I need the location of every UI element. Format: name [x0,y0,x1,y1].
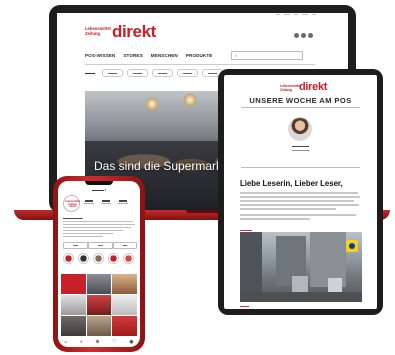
linkedin-icon[interactable] [301,33,306,38]
bio-line [63,221,133,222]
topic-tag[interactable]: ▬▬▬ [127,69,149,77]
author-avatar [288,117,312,141]
nav-divider [85,64,315,65]
profile-logo-text: Lebensmittel Zeitung direkt [65,200,80,209]
profile-icon[interactable]: ◉ [129,339,133,345]
phone-screen: ▬▬▬▬ ▾ Lebensmittel Zeitung direkt ▬▬▬▬▬… [58,181,140,347]
top-utility-links: ▬▬ ▬▬▬ ▬▬ ▬▬▬ ▬▬ [276,14,316,16]
laptop-hinge [186,210,220,213]
logo-direkt[interactable]: direkt [112,22,156,42]
heart-icon[interactable]: ♡ [112,339,116,345]
read-more-link[interactable]: ▬▬▬ [240,304,249,308]
contact-button[interactable]: ▬▬ [113,242,137,249]
topics-label: ▬▬▬ [85,71,96,75]
ceiling-lamp [145,97,159,111]
story-highlight[interactable] [78,253,89,264]
nav-item-pos-wissen[interactable]: POS-WISSEN [85,53,115,58]
body-text-line [240,192,358,194]
street [240,292,362,302]
body-text-line [240,214,356,216]
follow-button[interactable]: ▬▬ [63,242,88,249]
body-text-line [240,200,354,202]
topic-tag[interactable]: ▬▬▬ [177,69,199,77]
title-rule [241,107,360,108]
store-photo[interactable] [240,232,362,302]
logo-small-text: Lebensmittel Zeitung [85,26,111,36]
story-highlight[interactable] [123,253,134,264]
social-icons [294,33,313,38]
nav-item-produkte[interactable]: PRODUKTE [186,53,213,58]
story-highlight[interactable] [108,253,119,264]
tablet-screen: Lebensmittel Zeitung direkt UNSERE WOCHE… [224,75,377,309]
newsletter-logo-direkt: direkt [299,81,328,93]
post-thumbnail[interactable] [86,295,112,315]
ceiling-lamp [183,93,197,107]
post-thumbnail[interactable] [61,295,86,315]
nav-item-stores[interactable]: STORES [123,53,142,58]
search-icon[interactable]: ⌕ [80,339,83,345]
post-thumbnail[interactable] [86,274,112,294]
body-text-line [240,208,336,210]
profile-handle: ▬▬▬▬ ▾ [91,188,107,192]
instagram-icon[interactable] [308,33,313,38]
body-text-line [240,196,360,198]
home-icon[interactable]: ⌂ [64,339,67,345]
post-thumbnail[interactable] [112,295,137,315]
bio-line [63,224,135,225]
story-highlight[interactable] [63,253,74,264]
post-thumbnail[interactable] [86,316,112,336]
profile-picture[interactable]: Lebensmittel Zeitung direkt [63,195,80,212]
bio-line [63,236,103,237]
post-thumbnail[interactable] [61,274,86,294]
following-count[interactable] [118,200,128,205]
facebook-icon[interactable] [294,33,299,38]
bio-line [63,230,123,231]
store-sign-icon [346,240,358,252]
add-post-icon[interactable]: ⊕ [95,339,99,345]
search-input[interactable]: ⚲ [231,51,303,60]
newsletter-title: UNSERE WOCHE AM POS [249,96,352,105]
profile-stats [84,200,128,205]
profile-name: ▬▬▬▬▬▬▬ [63,216,83,220]
phone-notch [85,181,113,185]
section-rule [241,167,360,168]
body-text-line [240,218,310,220]
topic-tags: ▬▬▬ ▬▬▬ ▬▬▬ ▬▬▬ ▬▬▬ ▬▬▬ [85,69,224,77]
author-role: ▬▬▬▬▬▬ [291,148,310,152]
post-thumbnail[interactable] [112,316,137,336]
nav-item-menschen[interactable]: MENSCHEN [151,53,178,58]
post-thumbnail[interactable] [61,316,86,336]
topic-tag[interactable]: ▬▬▬ [152,69,174,77]
bottom-tab-bar: ⌂ ⌕ ⊕ ♡ ◉ [58,337,140,347]
story-highlight[interactable] [93,253,104,264]
message-button[interactable]: ▬▬ [88,242,113,249]
newsletter-logo-small: Lebensmittel Zeitung [280,84,301,92]
bio-line [63,227,131,228]
post-grid [61,274,137,336]
main-nav: POS-WISSEN STORES MENSCHEN PRODUKTE [85,53,212,58]
hero-headline[interactable]: Das sind die Supermarkt [94,159,225,173]
followers-count[interactable] [101,200,111,205]
greeting-heading: Liebe Leserin, Lieber Leser, [240,179,343,188]
post-thumbnail[interactable] [112,274,137,294]
topic-tag[interactable]: ▬▬▬ [102,69,124,77]
bio-line [63,233,113,234]
posts-count[interactable] [84,200,94,205]
body-text-line [240,204,359,206]
